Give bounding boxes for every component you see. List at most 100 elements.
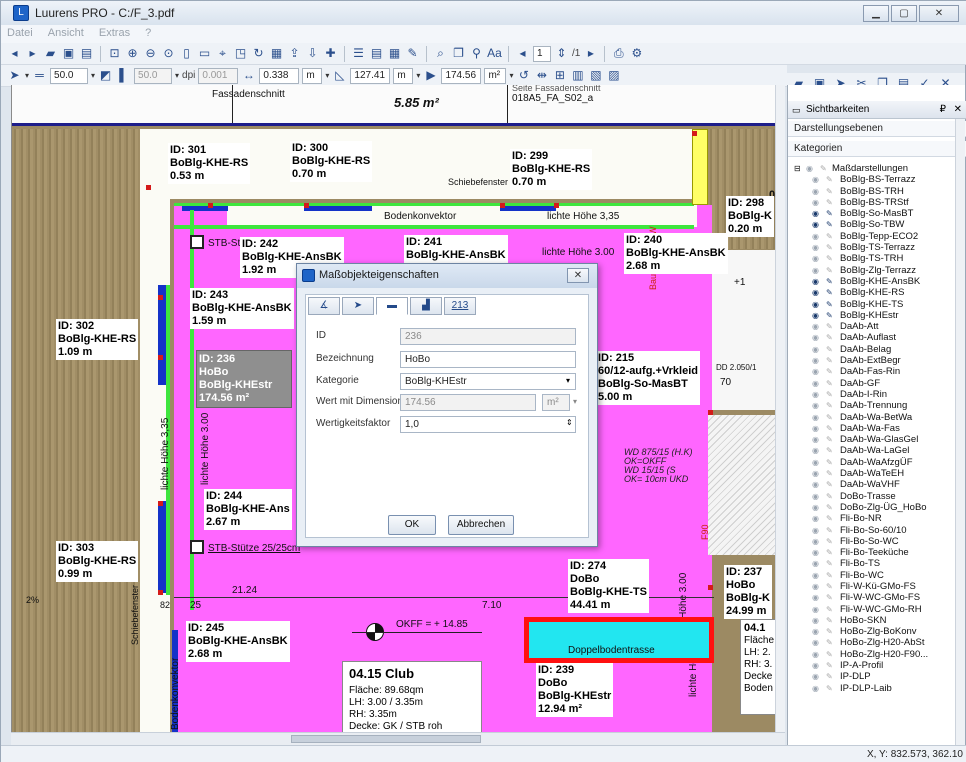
tree-item[interactable]: ◉ ✎ Fli-Bo-WC [792, 570, 952, 581]
pencil-icon[interactable]: ✎ [826, 536, 833, 547]
canvas-vertical-scrollbar[interactable] [775, 85, 785, 732]
wert-unit-select[interactable]: m² [542, 394, 570, 411]
label-id-237[interactable]: ID: 237 HoBo BoBlg-K 24.99 m [724, 565, 772, 619]
tree-item[interactable]: ◉ ✎ BoBlg-BS-TRH [792, 186, 952, 197]
pencil-icon[interactable]: ✎ [826, 457, 833, 468]
pencil-icon[interactable]: ✎ [826, 174, 833, 185]
pencil-icon[interactable]: ✎ [826, 208, 833, 219]
pencil-icon[interactable]: ✎ [826, 287, 833, 298]
pencil-icon[interactable]: ✎ [826, 321, 833, 332]
eye-icon[interactable]: ◉ [812, 457, 819, 468]
open-folder-icon[interactable]: ▰ [43, 46, 58, 61]
eye-icon[interactable]: ◉ [812, 468, 819, 479]
grid-icon[interactable]: ▦ [387, 46, 402, 61]
pencil-icon[interactable]: ✎ [826, 604, 833, 615]
find-icon[interactable]: ⌕ [433, 46, 448, 61]
eye-icon[interactable]: ◉ [812, 265, 819, 276]
eye-icon[interactable]: ◉ [812, 626, 819, 637]
pencil-icon[interactable]: ✎ [826, 219, 833, 230]
tree-item[interactable]: ◉ ✎ IP-A-Profil [792, 660, 952, 671]
line-style-icon[interactable]: ═ [32, 68, 47, 83]
tree-item[interactable]: ◉ ✎ DaAb-Att [792, 321, 952, 332]
label-id-241[interactable]: ID: 241 BoBlg-KHE-AnsBK [404, 235, 508, 263]
pencil-icon[interactable]: ✎ [826, 626, 833, 637]
pencil-icon[interactable]: ✎ [826, 231, 833, 242]
tree-item[interactable]: ◉ ✎ BoBlg-BS-TRStf [792, 197, 952, 208]
pencil-icon[interactable]: ✎ [826, 253, 833, 264]
page-icon[interactable]: ▯ [179, 46, 194, 61]
tree-item[interactable]: ◉ ✎ Fli-W-Kü-GMo-FS [792, 581, 952, 592]
opacity-icon[interactable]: ▌ [116, 68, 131, 83]
calc-icon[interactable]: ▥ [570, 68, 585, 83]
eye-icon[interactable]: ◉ [812, 592, 819, 603]
window-maximize-icon[interactable]: ▢ [891, 5, 917, 22]
tree-item[interactable]: ◉ ✎ BoBlg-Tepp-ECO2 [792, 231, 952, 242]
tab-angle-icon[interactable]: ∡ [308, 297, 340, 315]
eye-icon[interactable]: ◉ [812, 615, 819, 626]
pencil-icon[interactable]: ✎ [826, 242, 833, 253]
tree-item[interactable]: ◉ ✎ DaAb-Wa-GlasGel [792, 434, 952, 445]
list-icon[interactable]: ☰ [351, 46, 366, 61]
tree-item[interactable]: ◉ ✎ DaAb-WaVHF [792, 479, 952, 490]
label-id-215[interactable]: ID: 215 60/12-aufg.+Vrkleid BoBlg-So-Mas… [596, 351, 700, 405]
tree-item[interactable]: ◉ ✎ DoBo-Zlg-ÜG_HoBo [792, 502, 952, 513]
ok-button[interactable]: OK [388, 515, 436, 535]
eye-icon[interactable]: ◉ [812, 649, 819, 660]
eye-icon[interactable]: ◉ [812, 683, 819, 694]
pencil-icon[interactable]: ✎ [826, 547, 833, 558]
measure-icon[interactable]: ⌖ [215, 46, 230, 61]
undo-icon[interactable]: ↺ [516, 68, 531, 83]
doppelbodentrasse-area[interactable] [524, 617, 714, 663]
menu-extras[interactable]: Extras [93, 25, 136, 41]
tree-item[interactable]: ◉ ✎ BoBlg-KHE-TS [792, 299, 952, 310]
bezeichnung-field[interactable]: HoBo [400, 351, 576, 368]
eye-icon[interactable]: ◉ [812, 276, 819, 287]
label-id-245[interactable]: ID: 245 BoBlg-KHE-AnsBK 2.68 m [186, 621, 290, 662]
collapse-icon[interactable]: ⊟ [794, 163, 801, 174]
wertigkeit-stepper[interactable]: 1,0 [400, 416, 576, 433]
eye-icon[interactable]: ◉ [812, 445, 819, 456]
layer-icon[interactable]: ▦ [269, 46, 284, 61]
table-view-icon[interactable]: ⊞ [552, 68, 567, 83]
tree-item[interactable]: ◉ ✎ HoBo-Zlg-H20-AbSt [792, 637, 952, 648]
eye-icon[interactable]: ◉ [812, 558, 819, 569]
tree-item[interactable]: ◉ ✎ DaAb-GF [792, 378, 952, 389]
tree-item[interactable]: ◉ ✎ HoBo-Zlg-BoKonv [792, 626, 952, 637]
tree-item[interactable]: ◉ ✎ DaAb-Wa-LaGel [792, 445, 952, 456]
eye-icon[interactable]: ◉ [812, 412, 819, 423]
menu-help[interactable]: ? [139, 25, 157, 41]
pencil-icon[interactable]: ✎ [826, 525, 833, 536]
cancel-button[interactable]: Abbrechen [448, 515, 514, 535]
tree-item[interactable]: ◉ ✎ DaAb-WaAfzgÜF [792, 457, 952, 468]
tree-item[interactable]: ◉ ✎ DaAb-I-Rin [792, 389, 952, 400]
pencil-icon[interactable]: ✎ [826, 660, 833, 671]
area-unit-select[interactable]: m [393, 67, 414, 84]
panel-scrollbar[interactable] [955, 119, 965, 745]
text-icon[interactable]: Aa [487, 46, 502, 61]
eye-icon[interactable]: ◉ [812, 344, 819, 355]
eye-icon[interactable]: ◉ [812, 525, 819, 536]
tree-item[interactable]: ◉ ✎ Fli-Bo-So-60/10 [792, 525, 952, 536]
tree-item[interactable]: ◉ ✎ Fli-W-WC-GMo-RH [792, 604, 952, 615]
chevron-down-icon[interactable]: ▾ [566, 376, 570, 385]
label-id-298[interactable]: ID: 298 BoBlg-K 0.20 m [726, 196, 774, 237]
eye-icon[interactable]: ◉ [812, 242, 819, 253]
back-icon[interactable]: ◂ [7, 46, 22, 61]
pencil-icon[interactable]: ✎ [826, 434, 833, 445]
pencil-icon[interactable]: ✎ [826, 400, 833, 411]
tree-item[interactable]: ◉ ✎ DaAb-WaTeEH [792, 468, 952, 479]
eye-icon[interactable]: ◉ [812, 321, 819, 332]
tree-item[interactable]: ◉ ✎ BoBlg-KHE-AnsBK [792, 276, 952, 287]
pencil-icon[interactable]: ✎ [826, 355, 833, 366]
copy-icon[interactable]: ❐ [451, 46, 466, 61]
color-icon[interactable]: ◩ [98, 68, 113, 83]
settings-icon[interactable]: ⚙ [629, 46, 644, 61]
tree-item[interactable]: ◉ ✎ BoBlg-Zlg-Terrazz [792, 265, 952, 276]
label-id-244[interactable]: ID: 244 BoBlg-KHE-Ans 2.67 m [204, 489, 292, 530]
pencil-icon[interactable]: ✎ [826, 671, 833, 682]
pencil-icon[interactable]: ✎ [826, 513, 833, 524]
eye-icon[interactable]: ◉ [812, 547, 819, 558]
dialog-close-icon[interactable]: ✕ [567, 268, 589, 283]
linewidth-input[interactable]: 50.0 [50, 67, 89, 84]
eye-icon[interactable]: ◉ [812, 637, 819, 648]
